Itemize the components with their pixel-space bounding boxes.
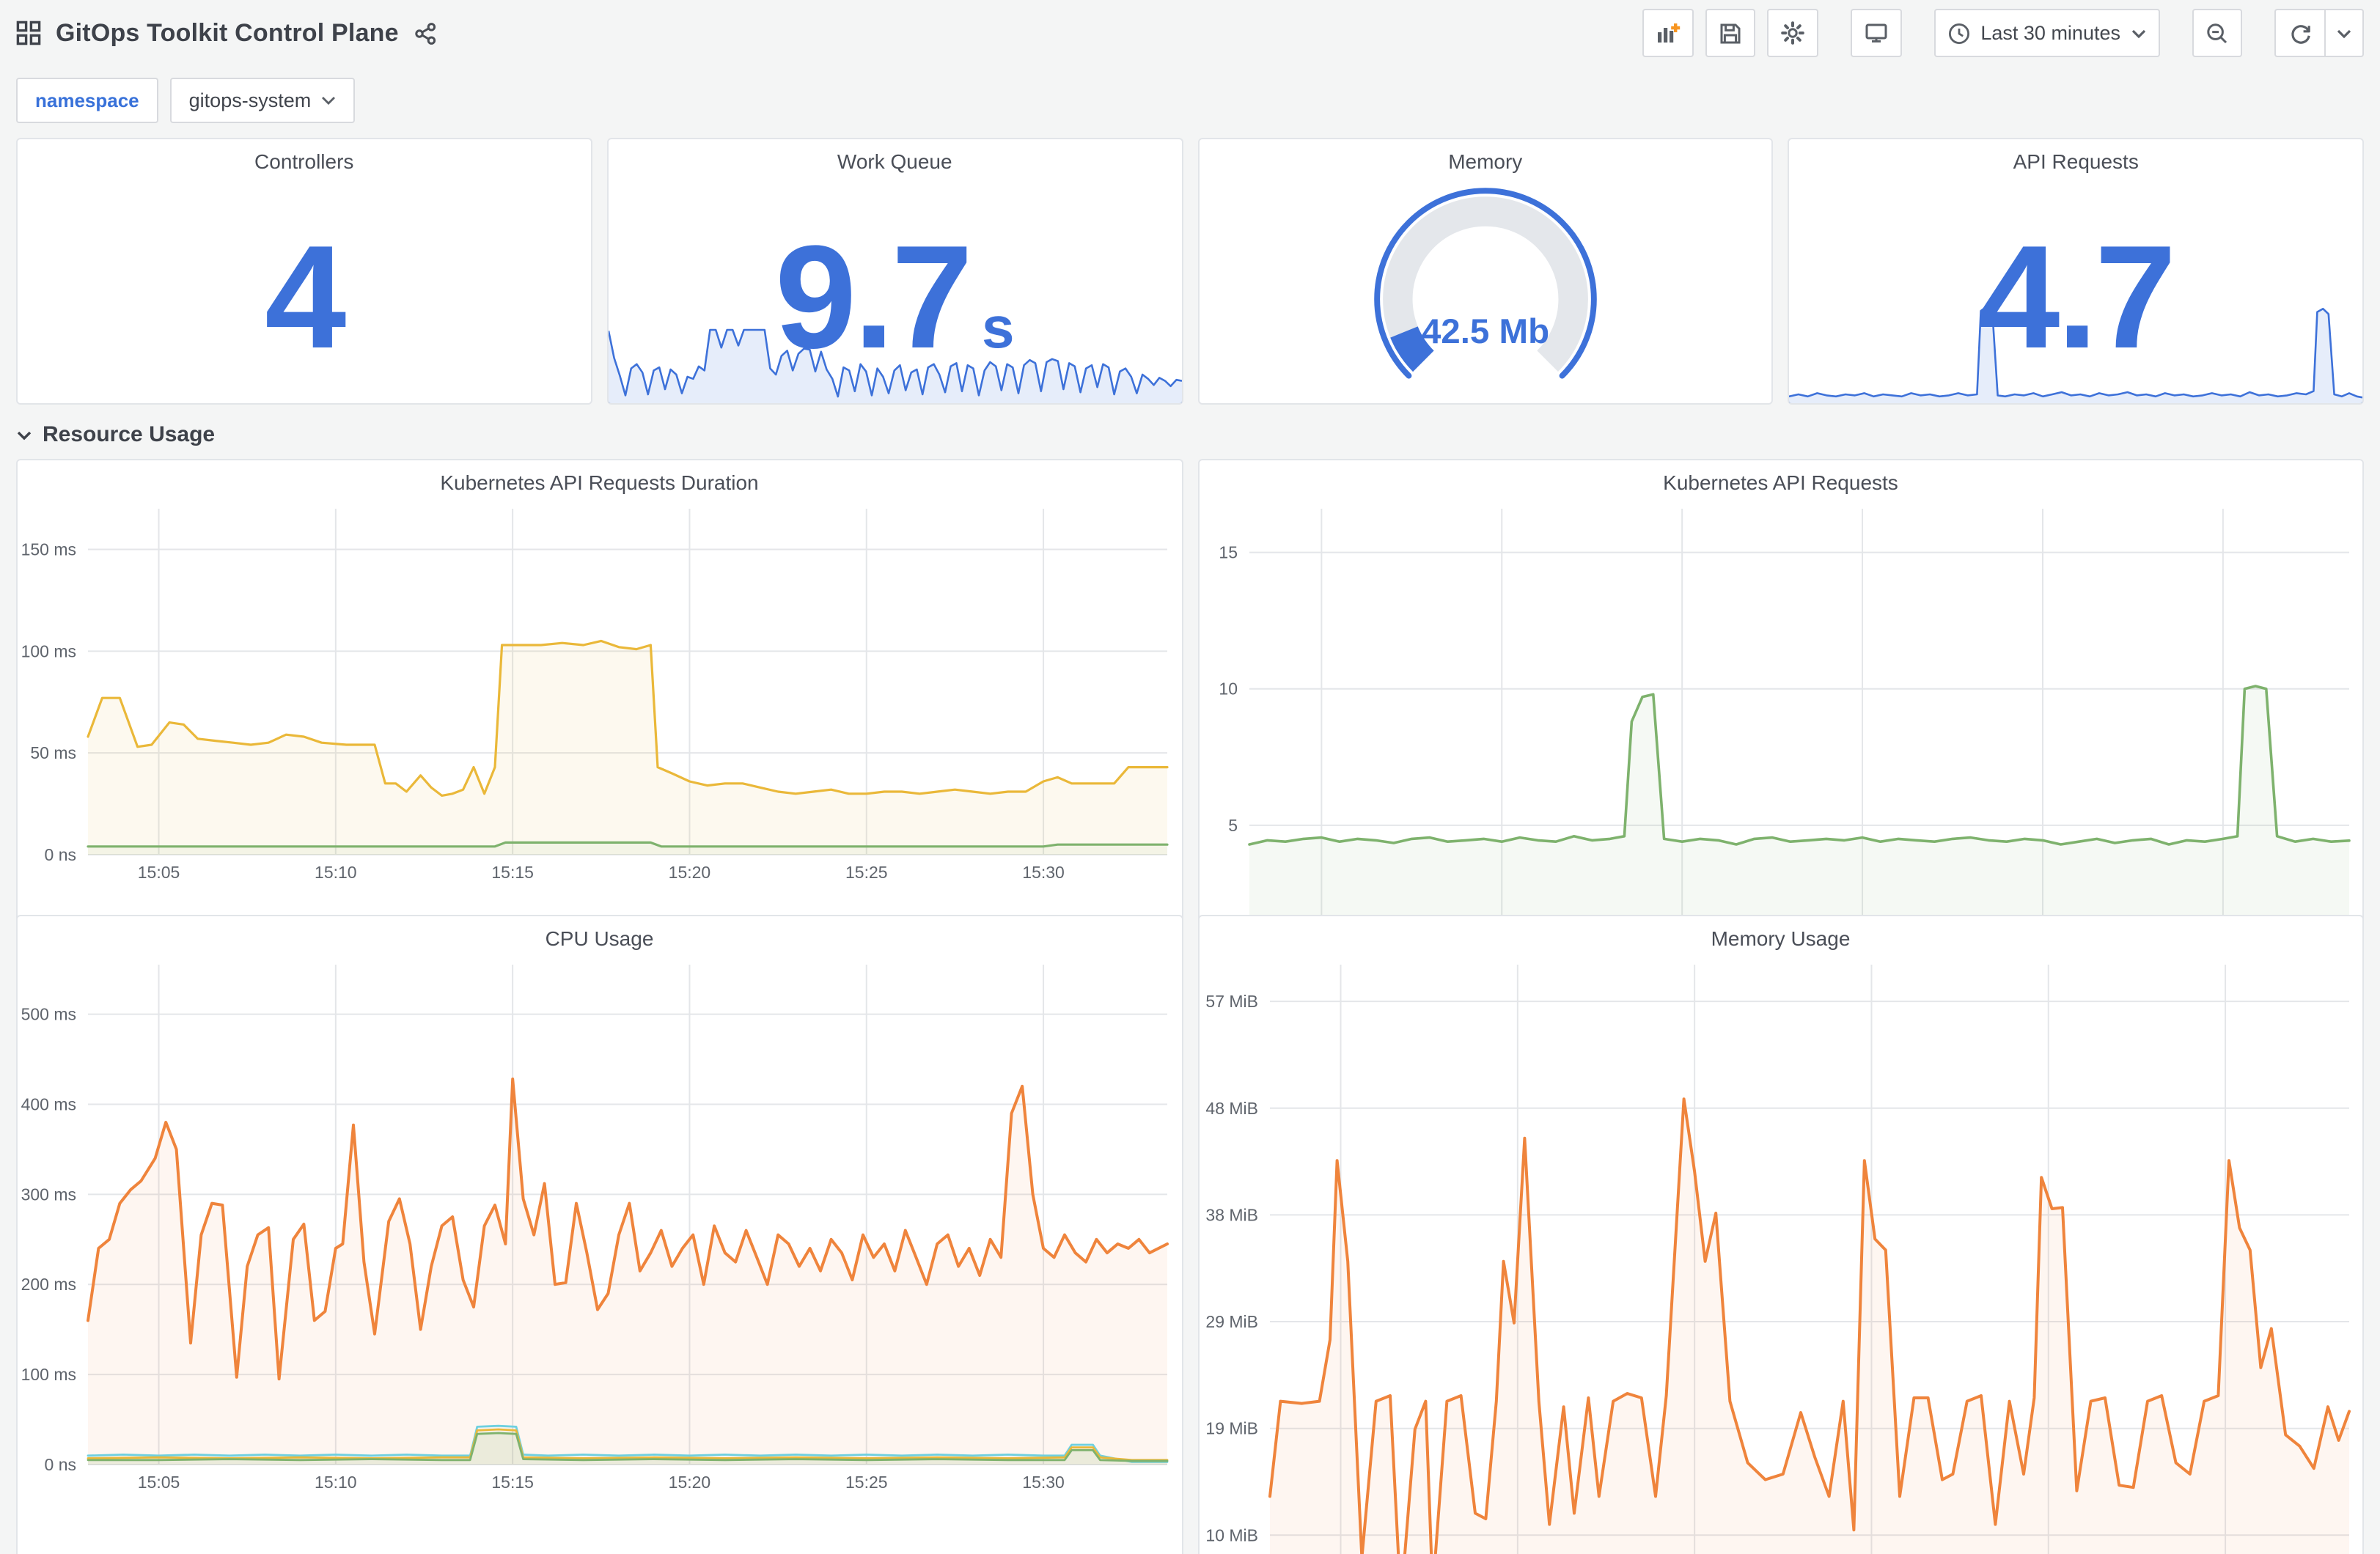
dashboard-toolbar: Last 30 minutes xyxy=(1642,9,2364,57)
panel-title[interactable]: API Requests xyxy=(1790,139,2363,173)
svg-text:150 ms: 150 ms xyxy=(21,540,76,559)
chevron-down-icon xyxy=(321,95,336,106)
memory-gauge: 42.5 Mb xyxy=(1199,173,1772,403)
svg-text:15:10: 15:10 xyxy=(315,863,357,882)
svg-text:400 ms: 400 ms xyxy=(21,1094,76,1113)
memory-gauge-value: 42.5 Mb xyxy=(1422,312,1549,350)
panel-title[interactable]: Memory Usage xyxy=(1199,916,2362,950)
svg-text:10: 10 xyxy=(1218,680,1237,699)
chevron-down-icon xyxy=(16,429,32,441)
time-range-picker[interactable]: Last 30 minutes xyxy=(1933,9,2160,57)
stat-row: Controllers 4 Work Queue 9.7 s Memory 42… xyxy=(16,138,2364,405)
svg-text:15:10: 15:10 xyxy=(315,1473,357,1492)
svg-text:19 MiB: 19 MiB xyxy=(1205,1419,1257,1438)
panel-memory-usage: Memory Usage 0 B10 MiB19 MiB29 MiB38 MiB… xyxy=(1197,915,2364,1554)
panel-title[interactable]: Work Queue xyxy=(609,139,1182,173)
svg-text:10 MiB: 10 MiB xyxy=(1205,1525,1257,1544)
svg-text:57 MiB: 57 MiB xyxy=(1205,992,1257,1011)
time-range-label: Last 30 minutes xyxy=(1980,22,2120,44)
tv-mode-button[interactable] xyxy=(1850,9,1902,57)
dashboard-header: GitOps Toolkit Control Plane Last 30 min… xyxy=(0,0,2380,66)
namespace-select[interactable]: gitops-system xyxy=(169,78,356,123)
panel-work-queue: Work Queue 9.7 s xyxy=(606,138,1183,405)
svg-text:5: 5 xyxy=(1227,816,1237,835)
section-resource-usage[interactable]: Resource Usage xyxy=(16,422,2364,447)
work-queue-value: 9.7 s xyxy=(774,215,1015,380)
graph-row-1: Kubernetes API Requests Duration 0 ns 50 … xyxy=(16,459,2364,1117)
svg-text:38 MiB: 38 MiB xyxy=(1205,1205,1257,1224)
graph-row-2: CPU Usage 0 ns 100 ms 200 ms 300 ms 400 ms 50… xyxy=(16,915,2364,1554)
zoom-out-button[interactable] xyxy=(2192,9,2242,57)
svg-text:15:25: 15:25 xyxy=(845,863,888,882)
panel-controllers: Controllers 4 xyxy=(16,138,592,405)
dashboard-settings-button[interactable] xyxy=(1766,9,1818,57)
refresh-interval-button[interactable] xyxy=(2324,9,2364,57)
share-icon[interactable] xyxy=(414,21,437,45)
svg-text:15:25: 15:25 xyxy=(845,1473,888,1492)
svg-text:15:30: 15:30 xyxy=(1022,1473,1065,1492)
svg-text:200 ms: 200 ms xyxy=(21,1275,76,1294)
panel-api-requests: API Requests 4.7 xyxy=(1788,138,2364,405)
add-panel-button[interactable] xyxy=(1642,9,1694,57)
cpu-chart[interactable]: 0 ns 100 ms 200 ms 300 ms 400 ms 500 ms 15:05 1… xyxy=(18,950,1181,1554)
section-title: Resource Usage xyxy=(43,422,216,447)
svg-text:15:15: 15:15 xyxy=(491,1473,534,1492)
panel-cpu-usage: CPU Usage 0 ns 100 ms 200 ms 300 ms 400 ms 50… xyxy=(16,915,1183,1554)
svg-text:100 ms: 100 ms xyxy=(21,1365,76,1384)
panel-title[interactable]: Kubernetes API Requests xyxy=(1199,460,2362,494)
panel-title[interactable]: CPU Usage xyxy=(18,916,1181,950)
svg-text:48 MiB: 48 MiB xyxy=(1205,1099,1257,1118)
clock-icon xyxy=(1947,21,1970,45)
page-title: GitOps Toolkit Control Plane xyxy=(56,18,399,46)
svg-text:15:20: 15:20 xyxy=(669,863,711,882)
dashboard-grid-icon[interactable] xyxy=(16,21,41,45)
svg-text:15: 15 xyxy=(1218,543,1237,562)
svg-text:0 ns: 0 ns xyxy=(45,845,76,864)
refresh-button[interactable] xyxy=(2274,9,2324,57)
controllers-value: 4 xyxy=(265,215,346,380)
svg-text:29 MiB: 29 MiB xyxy=(1205,1312,1257,1331)
svg-text:50 ms: 50 ms xyxy=(30,743,76,762)
panel-title[interactable]: Kubernetes API Requests Duration xyxy=(18,460,1181,494)
svg-text:15:05: 15:05 xyxy=(138,863,180,882)
memory-chart[interactable]: 0 B10 MiB19 MiB29 MiB38 MiB48 MiB57 MiB1… xyxy=(1199,950,2362,1554)
svg-text:15:15: 15:15 xyxy=(491,863,534,882)
chevron-down-icon xyxy=(2131,27,2147,39)
panel-title[interactable]: Controllers xyxy=(18,139,591,173)
save-dashboard-button[interactable] xyxy=(1705,9,1755,57)
svg-text:15:20: 15:20 xyxy=(669,1473,711,1492)
svg-text:15:05: 15:05 xyxy=(138,1473,180,1492)
work-queue-unit: s xyxy=(982,295,1015,361)
svg-text:500 ms: 500 ms xyxy=(21,1005,76,1024)
variable-label-namespace[interactable]: namespace xyxy=(16,78,158,123)
svg-text:15:30: 15:30 xyxy=(1022,863,1065,882)
panel-title[interactable]: Memory xyxy=(1199,139,1772,173)
svg-text:100 ms: 100 ms xyxy=(21,641,76,660)
variables-row: namespace gitops-system xyxy=(0,66,2380,138)
svg-text:0 ns: 0 ns xyxy=(45,1455,76,1474)
svg-text:300 ms: 300 ms xyxy=(21,1185,76,1204)
grafana-dashboard: GitOps Toolkit Control Plane Last 30 min… xyxy=(0,0,2380,1554)
panel-memory: Memory 42.5 Mb xyxy=(1197,138,1774,405)
api-requests-value: 4.7 xyxy=(1978,215,2176,380)
